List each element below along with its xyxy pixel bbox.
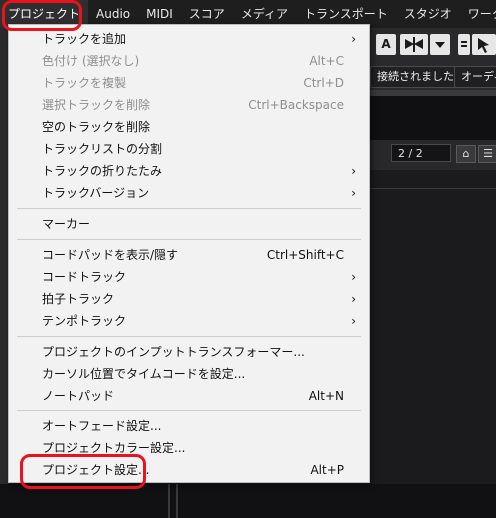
menu-item-divide-track-list[interactable]: トラックリストの分割: [10, 138, 368, 160]
menu-item-chord-track[interactable]: コードトラック ›: [10, 266, 368, 288]
text-tool-icon[interactable]: A: [376, 34, 396, 55]
bottom-zone: [0, 484, 496, 518]
menu-item-notepad[interactable]: ノートパッド Alt+N: [10, 385, 368, 407]
menu-separator: [17, 239, 361, 240]
chevron-right-icon: ›: [351, 164, 356, 178]
highlight-project-menu: [2, 0, 82, 31]
overview-lane: [368, 96, 496, 140]
snap-icon[interactable]: [400, 34, 428, 55]
menu-item-colorize[interactable]: 色付け (選択なし) Alt+C: [10, 50, 368, 72]
left-edge-panel: [0, 28, 8, 518]
chevron-right-icon: ›: [351, 314, 356, 328]
menu-item-markers[interactable]: マーカー: [10, 213, 368, 235]
menu-item-duplicate-track[interactable]: トラックを複製 Ctrl+D: [10, 72, 368, 94]
menu-item-track-versions[interactable]: トラックバージョン ›: [10, 182, 368, 204]
chevron-right-icon: ›: [351, 292, 356, 306]
list-view-icon[interactable]: ☰: [478, 145, 496, 163]
chevron-right-icon: ›: [351, 32, 356, 46]
menu-item-delete-empty-tracks[interactable]: 空のトラックを削除: [10, 116, 368, 138]
bottom-divider: [168, 484, 170, 518]
menu-workspace[interactable]: ワークスペース: [460, 0, 496, 28]
menu-separator: [17, 208, 361, 209]
connection-status-button[interactable]: 接続されました: [370, 66, 461, 88]
menu-item-tempo-track[interactable]: テンポトラック ›: [10, 310, 368, 332]
menu-separator: [17, 336, 361, 337]
highlight-project-setup: [20, 454, 146, 489]
bottom-divider: [176, 484, 178, 518]
project-dropdown-menu: トラックを追加 › 色付け (選択なし) Alt+C トラックを複製 Ctrl+…: [8, 24, 370, 483]
menu-item-auto-fades[interactable]: オートフェード設定...: [10, 415, 368, 437]
menu-item-chord-pads[interactable]: コードパッドを表示/隠す Ctrl+Shift+C: [10, 244, 368, 266]
home-view-icon[interactable]: ⌂: [456, 145, 476, 163]
menu-item-input-transformer[interactable]: プロジェクトのインプットトランスフォーマー...: [10, 341, 368, 363]
page-counter: 2 / 2: [391, 144, 451, 162]
audio-status-button[interactable]: オーディオ: [454, 66, 496, 88]
chevron-right-icon: ›: [351, 270, 356, 284]
track-area: [368, 170, 496, 518]
menu-separator: [17, 410, 361, 411]
chevron-right-icon: ›: [351, 186, 356, 200]
menu-item-signature-track[interactable]: 拍子トラック ›: [10, 288, 368, 310]
menu-item-track-folding[interactable]: トラックの折りたたみ ›: [10, 160, 368, 182]
track-divider: [368, 188, 496, 189]
menu-item-set-timecode[interactable]: カーソル位置でタイムコードを設定...: [10, 363, 368, 385]
menu-studio[interactable]: スタジオ: [396, 0, 460, 28]
dropdown-icon[interactable]: [430, 34, 450, 55]
cursor-icon[interactable]: [472, 34, 496, 55]
app-window: A 接続されました オーディオ 2 / 2 ⌂ ☰ プロジェクト Audio M…: [0, 0, 496, 518]
menu-item-add-track[interactable]: トラックを追加 ›: [10, 28, 368, 50]
menu-item-delete-selected-tracks[interactable]: 選択トラックを削除 Ctrl+Backspace: [10, 94, 368, 116]
list-icon[interactable]: [458, 34, 470, 55]
